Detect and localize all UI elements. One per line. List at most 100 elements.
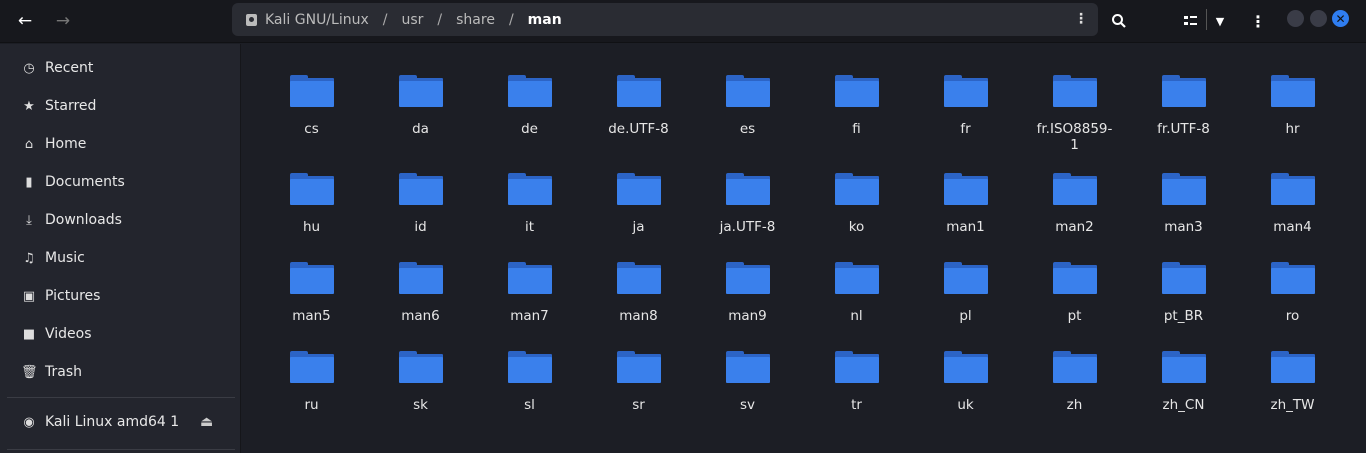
folder-label: fi [852,121,861,137]
folder-item[interactable]: fr.ISO8859-1 [1020,55,1129,153]
video-icon: ■ [22,326,36,342]
folder-item[interactable]: ja.UTF-8 [693,153,802,242]
sidebar-divider [7,449,235,450]
folder-icon [725,351,770,383]
path-segment-current[interactable]: man [528,12,562,28]
folder-label: ja.UTF-8 [719,219,776,235]
folder-icon [943,75,988,107]
folder-item[interactable]: es [693,55,802,153]
forward-button[interactable]: → [48,8,78,34]
folder-item[interactable]: cs [257,55,366,153]
folder-item[interactable]: man8 [584,242,693,331]
folder-icon [289,173,334,205]
folder-item[interactable]: fi [802,55,911,153]
path-segment-usr[interactable]: usr [401,12,423,28]
folder-item[interactable]: man5 [257,242,366,331]
folder-label: cs [304,121,319,137]
maximize-button[interactable] [1310,10,1327,27]
sidebar-item-recent[interactable]: ◷ Recent [0,52,241,84]
folder-label: sk [413,397,428,413]
folder-item[interactable]: sl [475,331,584,420]
folder-icon [943,351,988,383]
sidebar-item-music[interactable]: ♫ Music [0,242,241,274]
folder-item[interactable]: sr [584,331,693,420]
path-segment-share[interactable]: share [456,12,495,28]
folder-label: man4 [1273,219,1312,235]
folder-item[interactable]: man7 [475,242,584,331]
sidebar-item-label: Home [45,136,87,152]
folder-item[interactable]: id [366,153,475,242]
folder-item[interactable]: hu [257,153,366,242]
folder-item[interactable]: de.UTF-8 [584,55,693,153]
close-button[interactable]: ✕ [1332,10,1349,27]
folder-icon [616,173,661,205]
eject-icon[interactable]: ⏏ [200,414,213,430]
folder-icon [834,351,879,383]
folder-item[interactable]: fr [911,55,1020,153]
folder-item[interactable]: ja [584,153,693,242]
folder-item[interactable]: de [475,55,584,153]
folder-icon [616,75,661,107]
sidebar-item-starred[interactable]: ★ Starred [0,90,241,122]
folder-item[interactable]: man1 [911,153,1020,242]
folder-icon [1161,75,1206,107]
sidebar-item-home[interactable]: ⌂ Home [0,128,241,160]
folder-item[interactable]: zh_CN [1129,331,1238,420]
folder-item[interactable]: nl [802,242,911,331]
sidebar-item-documents[interactable]: ▮ Documents [0,166,241,198]
search-button[interactable] [1104,8,1134,34]
folder-item[interactable]: zh_TW [1238,331,1347,420]
folder-item[interactable]: pt_BR [1129,242,1238,331]
home-icon: ⌂ [24,136,34,152]
back-button[interactable]: ← [10,8,40,34]
folder-item[interactable]: zh [1020,331,1129,420]
main-menu-button[interactable]: ⋮ [1243,8,1273,34]
folder-item[interactable]: man3 [1129,153,1238,242]
folder-icon [289,351,334,383]
kebab-menu-icon: ⋮ [1250,11,1266,31]
folder-label: man7 [510,308,549,324]
folder-label: man6 [401,308,440,324]
folder-icon [1270,75,1315,107]
folder-item[interactable]: uk [911,331,1020,420]
folder-item[interactable]: fr.UTF-8 [1129,55,1238,153]
sidebar-item-pictures[interactable]: ▣ Pictures [0,280,241,312]
folder-item[interactable]: sv [693,331,802,420]
folder-item[interactable]: it [475,153,584,242]
folder-item[interactable]: tr [802,331,911,420]
path-menu-button[interactable]: ⋮ [1074,11,1088,27]
path-root[interactable]: Kali GNU/Linux [265,12,369,28]
folder-item[interactable]: man9 [693,242,802,331]
sidebar-item-label: Kali Linux amd64 1 [45,414,180,430]
folder-item[interactable]: man4 [1238,153,1347,242]
folder-item[interactable]: man6 [366,242,475,331]
sidebar-item-trash[interactable]: 🗑 Trash [0,356,241,388]
folder-label: man8 [619,308,658,324]
minimize-button[interactable] [1287,10,1304,27]
folder-item[interactable]: pl [911,242,1020,331]
folder-item[interactable]: pt [1020,242,1129,331]
folder-item[interactable]: ro [1238,242,1347,331]
folder-icon [616,262,661,294]
view-toggle-button[interactable] [1176,8,1206,34]
folder-item[interactable]: da [366,55,475,153]
folder-item[interactable]: ko [802,153,911,242]
folder-icon [1052,351,1097,383]
view-options-button[interactable]: ▼ [1205,8,1235,34]
folder-icon [507,262,552,294]
folder-label: ja [632,219,645,235]
folder-label: fr.UTF-8 [1157,121,1210,137]
folder-label: nl [850,308,863,324]
folder-item[interactable]: hr [1238,55,1347,153]
path-separator: / [437,11,443,28]
folder-label: id [414,219,427,235]
folder-item[interactable]: ru [257,331,366,420]
sidebar-item-kali-drive[interactable]: ◉ Kali Linux amd64 1 ⏏ [0,406,241,438]
folder-item[interactable]: man2 [1020,153,1129,242]
folder-icon [1161,173,1206,205]
sidebar-item-downloads[interactable]: ⤓ Downloads [0,204,241,236]
folder-icon [289,262,334,294]
path-bar: Kali GNU/Linux / usr / share / man ⋮ [232,3,1098,36]
folder-item[interactable]: sk [366,331,475,420]
sidebar-item-videos[interactable]: ■ Videos [0,318,241,350]
